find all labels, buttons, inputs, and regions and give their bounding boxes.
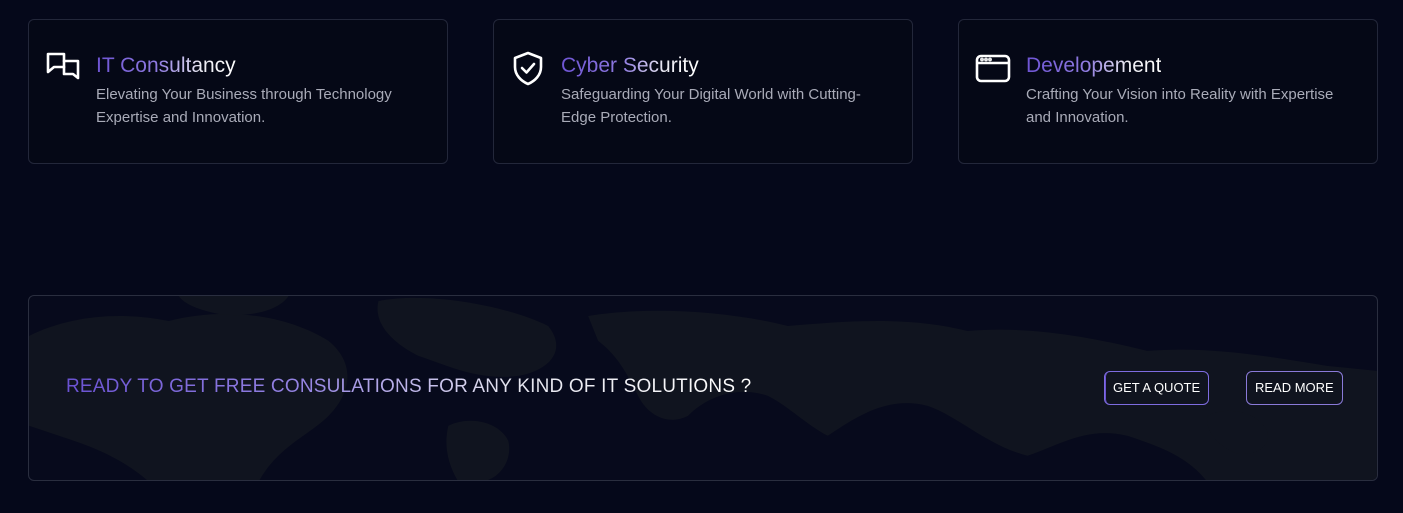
service-title: Cyber Security <box>561 51 699 81</box>
cta-banner: READY TO GET FREE CONSULATIONS FOR ANY K… <box>28 295 1378 481</box>
browser-window-icon <box>975 50 1011 86</box>
shield-check-icon <box>510 50 546 86</box>
service-title: IT Consultancy <box>96 51 236 81</box>
service-text: Cyber Security Safeguarding Your Digital… <box>561 50 891 163</box>
service-text: Developement Crafting Your Vision into R… <box>1026 50 1356 163</box>
chat-bubbles-icon <box>45 50 81 86</box>
service-card-development[interactable]: Developement Crafting Your Vision into R… <box>958 19 1378 164</box>
cta-headline: READY TO GET FREE CONSULATIONS FOR ANY K… <box>66 376 752 397</box>
service-description: Elevating Your Business through Technolo… <box>96 86 392 126</box>
read-more-button[interactable]: READ MORE <box>1246 371 1343 405</box>
get-a-quote-button[interactable]: GET A QUOTE <box>1104 371 1210 405</box>
service-card-cyber-security[interactable]: Cyber Security Safeguarding Your Digital… <box>493 19 913 164</box>
service-card-it-consultancy[interactable]: IT Consultancy Elevating Your Business t… <box>28 19 448 164</box>
service-description: Crafting Your Vision into Reality with E… <box>1026 86 1334 126</box>
service-text: IT Consultancy Elevating Your Business t… <box>96 50 426 163</box>
services-row: IT Consultancy Elevating Your Business t… <box>28 19 1378 164</box>
service-title: Developement <box>1026 51 1161 81</box>
service-description: Safeguarding Your Digital World with Cut… <box>561 86 861 126</box>
